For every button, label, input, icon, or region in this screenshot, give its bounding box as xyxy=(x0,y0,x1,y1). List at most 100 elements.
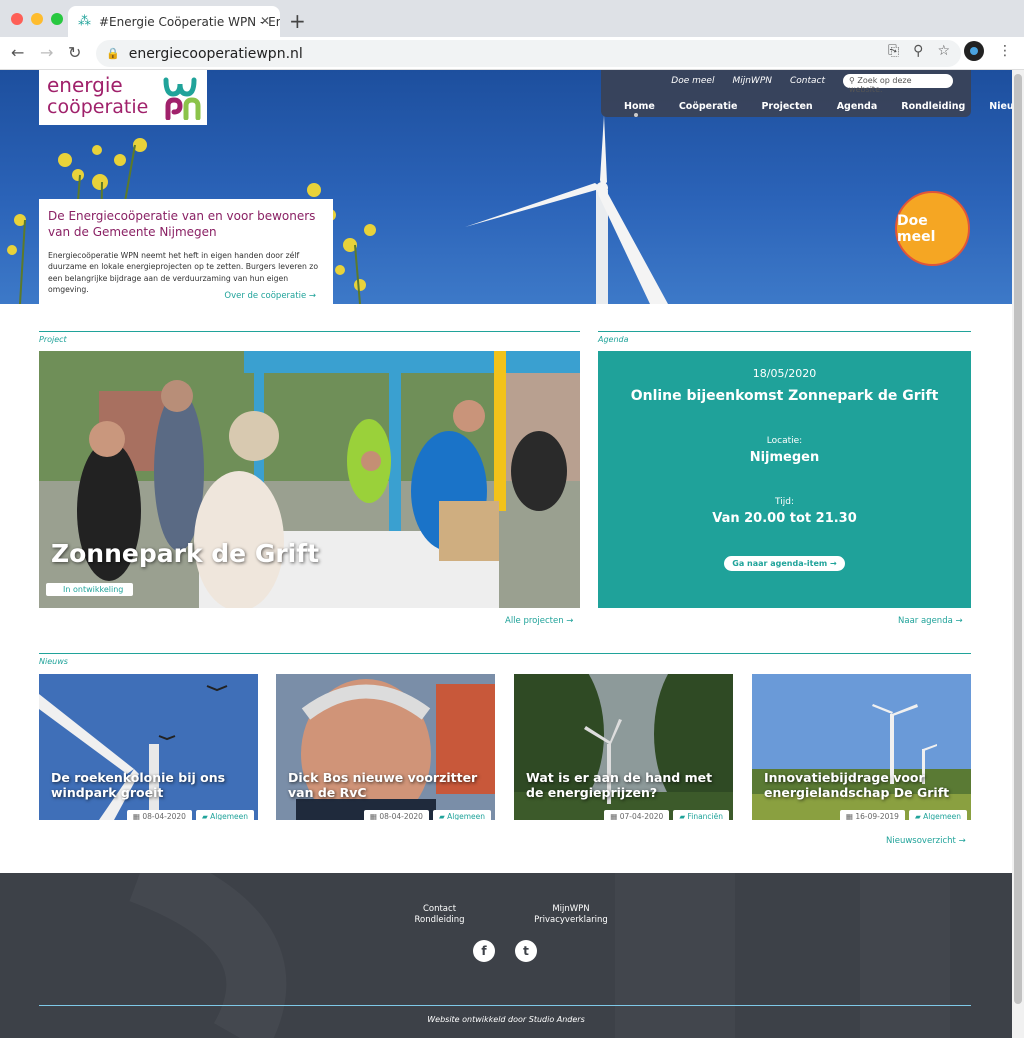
news-category[interactable]: ▰ Algemeen xyxy=(908,810,967,820)
news-card[interactable]: Dick Bos nieuwe voorzitter van de RvC ▦ … xyxy=(276,674,495,820)
news-meta: ▦ 16-09-2019 ▰ Algemeen xyxy=(839,810,967,820)
footer-col-2: MijnWPN Privacyverklaring xyxy=(533,904,609,926)
zoom-icon[interactable]: ⚲ xyxy=(913,43,923,59)
site-favicon-icon: ⁂ xyxy=(78,13,91,29)
news-date: ▦ 08-04-2020 xyxy=(363,810,429,820)
project-section-label: Project xyxy=(39,331,580,344)
main-menu: Home Coöperatie Projecten Agenda Rondlei… xyxy=(624,101,1012,112)
lock-icon: 🔒 xyxy=(106,47,120,60)
footer-link-contact[interactable]: Contact xyxy=(412,904,467,915)
doe-meel-button[interactable]: Doe meel xyxy=(895,191,970,266)
footer-col-1: Contact Rondleiding xyxy=(412,904,467,926)
tab-bar: ⁂ #Energie Coöperatie WPN - En ✕ + xyxy=(0,0,1024,37)
window-controls xyxy=(11,13,63,25)
search-placeholder: Zoek op deze website. xyxy=(849,76,912,94)
nav-projecten[interactable]: Projecten xyxy=(761,101,812,112)
news-meta: ▦ 08-04-2020 ▰ Algemeen xyxy=(363,810,491,820)
project-status-badge: In ontwikkeling xyxy=(46,583,134,596)
footer-link-rondleiding[interactable]: Rondleiding xyxy=(412,915,467,926)
agenda-item-button[interactable]: Ga naar agenda-item → xyxy=(724,556,845,571)
scrollbar-thumb[interactable] xyxy=(1014,74,1022,1004)
minimize-window-button[interactable] xyxy=(31,13,43,25)
news-title: Dick Bos nieuwe voorzitter van de RvC xyxy=(288,770,478,800)
close-tab-icon[interactable]: ✕ xyxy=(260,14,270,28)
maximize-window-button[interactable] xyxy=(51,13,63,25)
all-agenda-link[interactable]: Naar agenda → xyxy=(898,616,963,626)
news-card[interactable]: De roekenkolonie bij ons windpark groeit… xyxy=(39,674,258,820)
top-link-doe-meel[interactable]: Doe meel xyxy=(671,76,714,86)
tab-title: #Energie Coöperatie WPN - En xyxy=(99,14,280,29)
footer-credit: Website ontwikkeld door Studio Anders xyxy=(427,1015,585,1024)
agenda-title: Online bijeenkomst Zonnepark de Grift xyxy=(630,388,939,404)
hero-text: Energiecoöperatie WPN neemt het heft in … xyxy=(48,251,319,294)
reload-icon[interactable]: ↻ xyxy=(68,43,81,62)
search-input[interactable]: ⚲ Zoek op deze website. xyxy=(843,74,953,94)
agenda-card: 18/05/2020 Online bijeenkomst Zonnepark … xyxy=(598,351,971,608)
footer-background-pattern xyxy=(129,873,950,1038)
top-link-mijnwpn[interactable]: MijnWPN xyxy=(732,76,772,86)
translate-icon[interactable]: ⎘ xyxy=(888,43,899,59)
about-link[interactable]: Over de coöperatie → xyxy=(224,291,316,301)
agenda-time-label: Tijd: xyxy=(775,497,794,507)
agenda-section-label: Agenda xyxy=(598,331,971,344)
menu-kebab-icon[interactable]: ⋮ xyxy=(998,43,1012,59)
nav-home[interactable]: Home xyxy=(624,101,655,112)
news-date: ▦ 07-04-2020 xyxy=(604,810,670,820)
site-logo[interactable]: energie coöperatie xyxy=(39,70,207,125)
news-title: Innovatiebijdrage voor energielandschap … xyxy=(764,770,950,800)
agenda-date: 18/05/2020 xyxy=(752,367,817,380)
news-overview-link[interactable]: Nieuwsoverzicht → xyxy=(886,836,966,846)
hero-title: De Energiecoöperatie van en voor bewoner… xyxy=(48,209,316,239)
browser-chrome: ⁂ #Energie Coöperatie WPN - En ✕ + ← → ↻… xyxy=(0,0,1024,70)
active-nav-indicator xyxy=(634,113,638,117)
news-card[interactable]: Innovatiebijdrage voor energielandschap … xyxy=(752,674,971,820)
footer-divider xyxy=(39,1005,971,1006)
twitter-icon[interactable]: t xyxy=(515,940,537,962)
close-window-button[interactable] xyxy=(11,13,23,25)
news-title: Wat is er aan de hand met de energieprij… xyxy=(526,770,713,800)
bookmark-star-icon[interactable]: ☆ xyxy=(937,43,950,59)
extension-gear-icon[interactable] xyxy=(964,41,984,61)
news-category[interactable]: ▰ Algemeen xyxy=(195,810,254,820)
facebook-icon[interactable]: f xyxy=(473,940,495,962)
news-meta: ▦ 08-04-2020 ▰ Algemeen xyxy=(126,810,254,820)
page-viewport: energie coöperatie Doe meel MijnWPN Cont… xyxy=(0,70,1012,1038)
all-projects-link[interactable]: Alle projecten → xyxy=(505,616,573,626)
main-navigation: Doe meel MijnWPN Contact ⚲ Zoek op deze … xyxy=(601,70,1012,117)
nav-cooperatie[interactable]: Coöperatie xyxy=(679,101,738,112)
nav-nieuws[interactable]: Nieuws xyxy=(989,101,1012,112)
new-tab-icon[interactable]: + xyxy=(289,9,306,33)
browser-tab[interactable]: ⁂ #Energie Coöperatie WPN - En ✕ xyxy=(68,6,280,37)
footer-link-mijnwpn[interactable]: MijnWPN xyxy=(533,904,609,915)
intro-card: De Energiecoöperatie van en voor bewoner… xyxy=(39,199,333,304)
wpn-logo-mark-icon xyxy=(163,77,201,120)
hero-banner: energie coöperatie Doe meel MijnWPN Cont… xyxy=(0,70,1012,304)
news-title: De roekenkolonie bij ons windpark groeit xyxy=(51,770,226,800)
agenda-time: Van 20.00 tot 21.30 xyxy=(712,511,857,526)
footer-link-privacy[interactable]: Privacyverklaring xyxy=(533,915,609,926)
news-section-label: Nieuws xyxy=(39,653,971,666)
top-link-contact[interactable]: Contact xyxy=(790,76,825,86)
page-scrollbar[interactable] xyxy=(1012,70,1024,1038)
news-date: ▦ 16-09-2019 xyxy=(839,810,905,820)
agenda-location: Nijmegen xyxy=(749,450,820,465)
project-card[interactable]: Zonnepark de Grift In ontwikkeling xyxy=(39,351,580,608)
news-category[interactable]: ▰ Algemeen xyxy=(432,810,491,820)
news-card[interactable]: Wat is er aan de hand met de energieprij… xyxy=(514,674,733,820)
project-title: Zonnepark de Grift xyxy=(51,539,320,568)
toolbar-actions: ⎘ ⚲ ☆ ⋮ xyxy=(888,41,1012,61)
project-photo xyxy=(39,351,580,608)
footer: Contact Rondleiding MijnWPN Privacyverkl… xyxy=(0,873,1012,1038)
url-text: energiecooperatiewpn.nl xyxy=(128,45,303,62)
browser-toolbar: ← → ↻ 🔒 energiecooperatiewpn.nl ⎘ ⚲ ☆ ⋮ xyxy=(0,37,1024,70)
agenda-location-label: Locatie: xyxy=(766,436,803,446)
news-date: ▦ 08-04-2020 xyxy=(126,810,192,820)
address-bar[interactable]: 🔒 energiecooperatiewpn.nl xyxy=(96,40,961,67)
forward-icon[interactable]: → xyxy=(40,43,53,62)
news-category[interactable]: ▰ Financiën xyxy=(673,810,729,820)
back-icon[interactable]: ← xyxy=(11,43,24,62)
nav-agenda[interactable]: Agenda xyxy=(837,101,878,112)
nav-rondleiding[interactable]: Rondleiding xyxy=(901,101,965,112)
top-links: Doe meel MijnWPN Contact ⚲ Zoek op deze … xyxy=(671,74,953,94)
news-meta: ▦ 07-04-2020 ▰ Financiën xyxy=(604,810,729,820)
